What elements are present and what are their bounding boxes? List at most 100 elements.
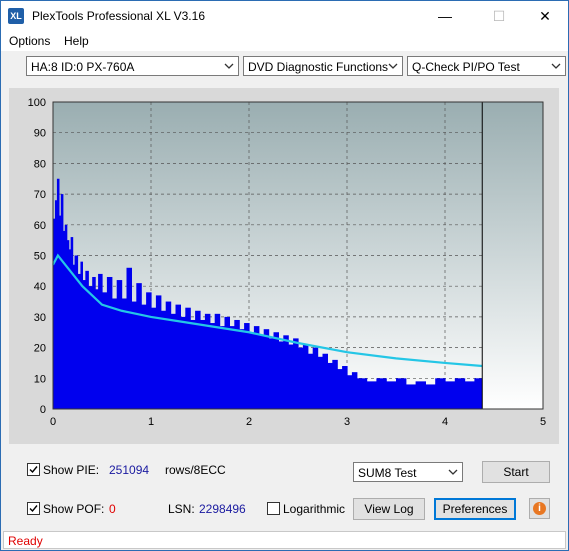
y-tick-label: 40	[34, 281, 46, 293]
pie-bar	[307, 353, 314, 409]
pie-bar	[126, 267, 132, 409]
pie-bar	[160, 310, 167, 409]
pie-bar	[366, 381, 377, 409]
view-log-button[interactable]: View Log	[353, 498, 425, 520]
pie-bar	[249, 332, 255, 409]
menu-help[interactable]: Help	[64, 34, 89, 48]
pie-bar	[131, 301, 137, 409]
pie-bar	[425, 384, 436, 409]
pie-bar	[244, 323, 250, 409]
pie-bar	[376, 378, 387, 409]
pie-bar	[151, 307, 157, 409]
pie-bar	[106, 276, 113, 409]
x-tick-label: 1	[148, 416, 154, 428]
pie-bar	[204, 313, 211, 409]
show-pie-checkbox[interactable]	[27, 463, 40, 476]
pie-bar	[209, 323, 216, 409]
pie-bar	[302, 344, 309, 409]
pie-bar	[342, 366, 348, 409]
sum-test-select[interactable]: SUM8 Test	[353, 462, 463, 482]
status-box: Ready	[3, 531, 566, 549]
start-button[interactable]: Start	[482, 461, 550, 483]
y-tick-label: 90	[34, 128, 46, 140]
function-select-value: DVD Diagnostic Functions	[248, 60, 389, 74]
pie-bar	[278, 341, 284, 409]
pie-bar	[464, 381, 475, 409]
maximize-button: ☐	[492, 8, 506, 24]
logarithmic-checkbox[interactable]	[267, 502, 280, 515]
pie-bar	[111, 298, 118, 409]
pie-bar	[298, 347, 304, 409]
preferences-button[interactable]: Preferences	[434, 498, 516, 520]
pie-bar	[263, 329, 270, 409]
x-tick-label: 4	[442, 416, 448, 428]
pie-bar	[200, 319, 206, 409]
drive-select-value: HA:8 ID:0 PX-760A	[31, 60, 135, 74]
menu-options[interactable]: Options	[9, 34, 50, 48]
checkmark-icon	[29, 505, 38, 513]
chart-panel: 0 10 20 30 40 50 60 70 80 90 100 0 1 2 3 4 5	[9, 88, 559, 444]
pi-po-chart: 0 10 20 30 40 50 60 70 80 90 100 0 1 2 3 4 5	[28, 97, 546, 428]
show-pie-label: Show PIE:	[43, 463, 100, 477]
pie-bar	[386, 381, 397, 409]
checkmark-icon	[29, 466, 38, 474]
x-tick-label: 0	[50, 416, 56, 428]
test-select[interactable]: Q-Check PI/PO Test	[407, 56, 566, 76]
x-axis-ticks: 0 1 2 3 4 5	[50, 416, 546, 428]
pie-bar	[136, 283, 142, 409]
window-title: PlexTools Professional XL V3.16	[32, 9, 205, 23]
pie-bar	[146, 292, 152, 409]
close-button[interactable]: ✕	[522, 1, 568, 31]
show-pof-checkbox[interactable]	[27, 502, 40, 515]
pie-bar	[317, 356, 324, 409]
sum-test-select-value: SUM8 Test	[358, 466, 417, 480]
pie-bar	[141, 304, 147, 409]
chevron-down-icon	[388, 63, 398, 69]
pie-bar	[98, 273, 103, 409]
unscanned-region	[482, 102, 543, 409]
pie-bar	[180, 316, 186, 409]
show-pof-label: Show POF:	[43, 502, 105, 516]
pie-bar	[454, 378, 466, 409]
pie-bar	[347, 375, 353, 409]
pie-bar	[273, 332, 279, 409]
pie-bar	[239, 329, 245, 409]
drive-select[interactable]: HA:8 ID:0 PX-760A	[26, 56, 239, 76]
pie-bar	[268, 338, 275, 409]
info-icon: i	[533, 502, 546, 515]
minimize-button[interactable]: —	[422, 1, 468, 31]
rows-label: rows/8ECC	[165, 463, 226, 477]
status-text: Ready	[8, 534, 43, 548]
chevron-down-icon	[448, 469, 458, 475]
pie-bar	[170, 313, 177, 409]
pie-bar	[229, 326, 235, 409]
function-select[interactable]: DVD Diagnostic Functions	[243, 56, 403, 76]
pie-bar	[445, 381, 456, 409]
logarithmic-label: Logarithmic	[283, 502, 346, 516]
lsn-label: LSN:	[168, 502, 195, 516]
y-tick-label: 20	[34, 343, 46, 355]
pie-bar	[190, 319, 196, 409]
pie-bar	[396, 378, 407, 409]
y-tick-label: 70	[34, 189, 46, 201]
pie-bar	[351, 372, 358, 409]
pie-bar	[415, 381, 426, 409]
app-window: XL PlexTools Professional XL V3.16 — ☐ ✕…	[0, 0, 569, 551]
y-tick-label: 50	[34, 251, 46, 263]
test-select-value: Q-Check PI/PO Test	[412, 60, 520, 74]
y-tick-label: 0	[40, 404, 46, 416]
y-tick-label: 100	[28, 97, 46, 109]
pie-bar	[219, 326, 226, 409]
pie-bar	[102, 292, 108, 409]
status-bar: Ready	[1, 530, 568, 550]
pie-bar	[322, 353, 328, 409]
info-button[interactable]: i	[529, 498, 550, 519]
pie-total-value: 251094	[109, 463, 150, 477]
pof-total-value: 0	[109, 502, 116, 516]
pie-bar	[327, 362, 333, 409]
x-tick-label: 5	[540, 416, 546, 428]
pie-bar	[361, 378, 368, 409]
y-axis-ticks: 0 10 20 30 40 50 60 70 80 90 100	[28, 97, 46, 416]
pie-bar	[405, 384, 417, 409]
title-bar: XL PlexTools Professional XL V3.16 — ☐ ✕	[1, 1, 568, 31]
